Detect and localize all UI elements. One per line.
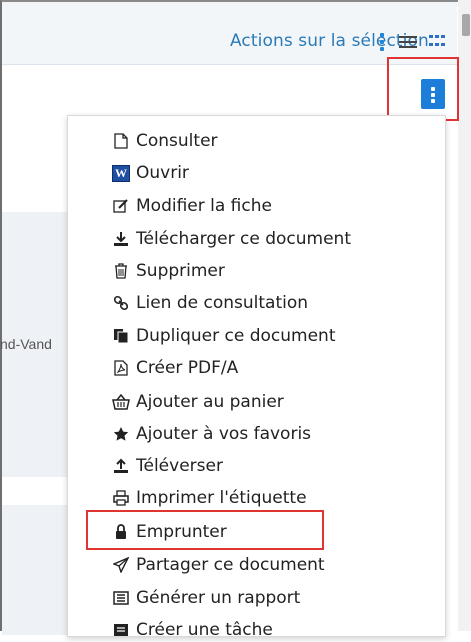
word-icon: W: [112, 164, 130, 182]
menu-item-label: Générer un rapport: [136, 588, 301, 608]
scrollbar[interactable]: [458, 0, 471, 631]
list-view-icon[interactable]: [399, 36, 417, 48]
link-icon: [112, 294, 130, 312]
menu-item-consulter[interactable]: Consulter: [112, 129, 218, 153]
menu-item-label: Dupliquer ce document: [136, 326, 336, 346]
menu-item-label: Modifier la fiche: [136, 196, 272, 216]
menu-item-generer-rapport[interactable]: Générer un rapport: [112, 586, 300, 610]
menu-item-ajouter-panier[interactable]: Ajouter au panier: [112, 390, 284, 414]
trash-icon: [112, 262, 130, 280]
menu-item-dupliquer[interactable]: Dupliquer ce document: [112, 324, 336, 348]
download-icon: [112, 230, 130, 248]
menu-item-televerser[interactable]: Téléverser: [112, 454, 223, 478]
menu-item-creer-pdfa[interactable]: Créer PDF/A: [112, 356, 238, 380]
vertical-dots-icon[interactable]: [379, 33, 385, 51]
menu-item-ajouter-favoris[interactable]: Ajouter à vos favoris: [112, 422, 311, 446]
menu-item-supprimer[interactable]: Supprimer: [112, 259, 225, 283]
menu-item-label: Ouvrir: [136, 163, 189, 183]
duplicate-icon: [112, 327, 130, 345]
print-icon: [112, 489, 130, 507]
menu-item-lien-consultation[interactable]: Lien de consultation: [112, 291, 308, 315]
menu-item-label: Lien de consultation: [136, 293, 309, 313]
menu-item-partager[interactable]: Partager ce document: [112, 553, 325, 577]
menu-item-label: Imprimer l'étiquette: [136, 488, 307, 508]
highlight-box: [387, 57, 459, 121]
upload-icon: [112, 457, 130, 475]
star-icon: [112, 425, 130, 443]
menu-item-label: Ajouter à vos favoris: [136, 424, 312, 444]
menu-item-label: Partager ce document: [136, 555, 325, 575]
edit-icon: [112, 197, 130, 215]
pdf-icon: [112, 359, 130, 377]
grid-view-icon[interactable]: [429, 35, 446, 49]
background-cell-text: nd-Vand: [0, 336, 52, 352]
menu-item-telecharger[interactable]: Télécharger ce document: [112, 227, 351, 251]
scrollbar-thumb[interactable]: [462, 14, 470, 36]
report-icon: [112, 589, 130, 607]
menu-item-label: Consulter: [136, 131, 218, 151]
menu-item-imprimer-etiquette[interactable]: Imprimer l'étiquette: [112, 486, 307, 510]
menu-item-label: Créer PDF/A: [136, 358, 239, 378]
menu-item-label: Supprimer: [136, 261, 225, 281]
menu-item-label: Ajouter au panier: [136, 392, 284, 412]
send-icon: [112, 556, 130, 574]
menu-item-ouvrir[interactable]: W Ouvrir: [112, 161, 189, 185]
menu-item-creer-tache[interactable]: Créer une tâche: [112, 618, 273, 642]
menu-item-label: Téléverser: [136, 456, 223, 476]
task-icon: [112, 621, 130, 639]
menu-item-modifier-fiche[interactable]: Modifier la fiche: [112, 194, 272, 218]
document-icon: [112, 132, 130, 150]
highlight-box: [86, 510, 324, 550]
basket-icon: [112, 393, 130, 411]
menu-item-label: Créer une tâche: [136, 620, 273, 640]
menu-item-label: Télécharger ce document: [136, 229, 351, 249]
context-menu: Consulter W Ouvrir Modifier la fiche Télé…: [67, 115, 446, 640]
